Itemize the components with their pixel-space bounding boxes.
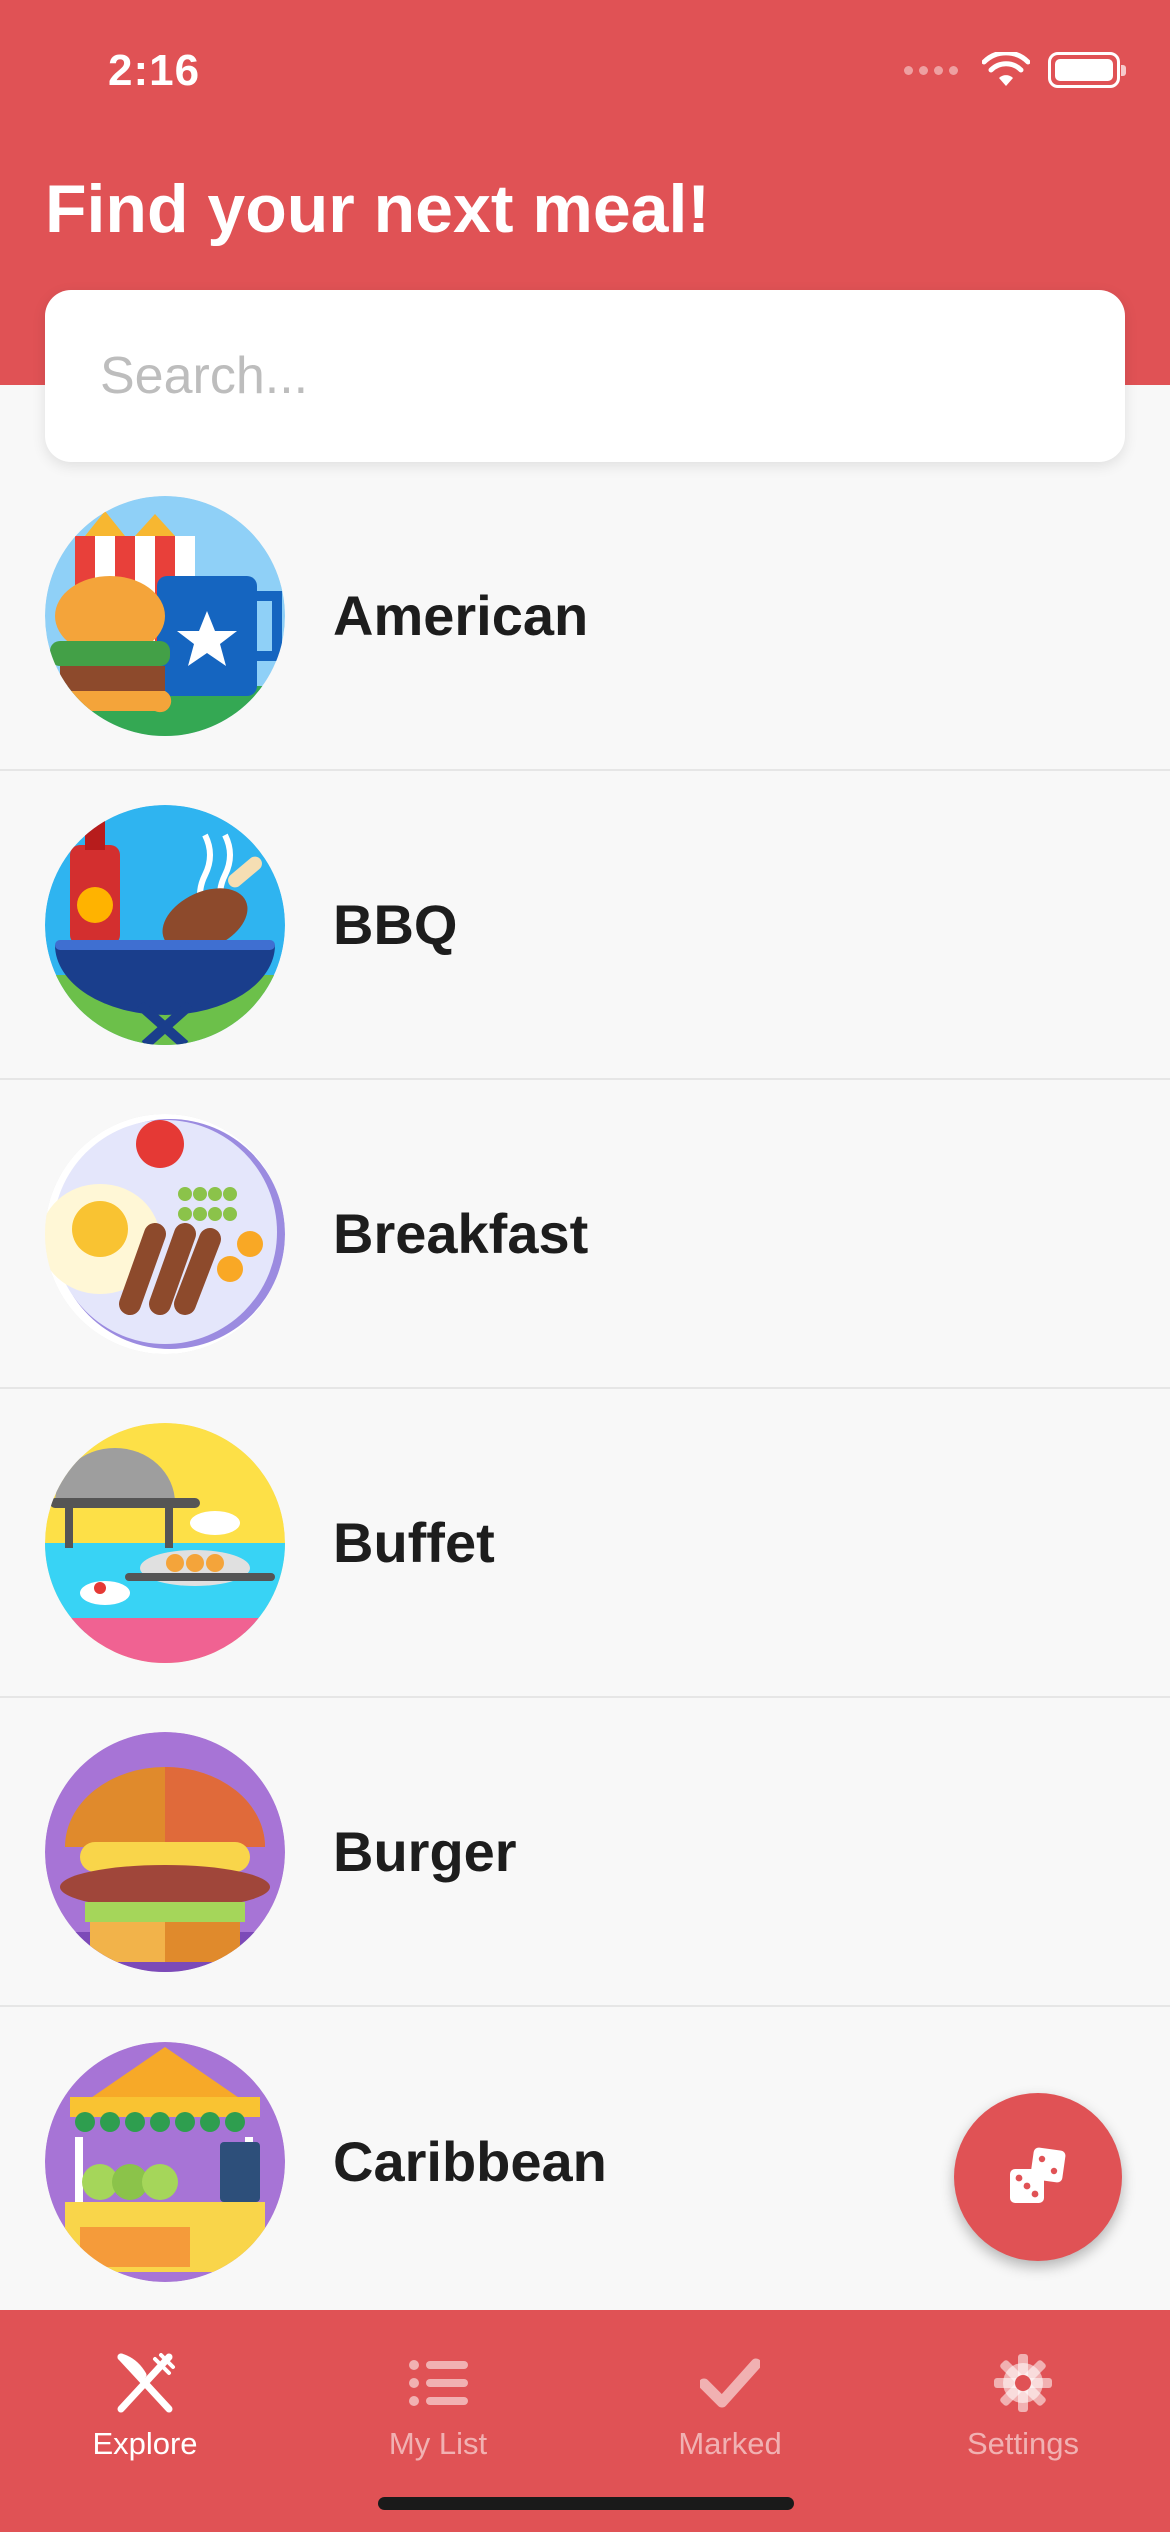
burger-icon <box>45 1731 285 1972</box>
dice-icon <box>1010 2147 1066 2203</box>
list-item-american[interactable]: American <box>0 462 1170 771</box>
tab-explore[interactable]: Explore <box>35 2348 255 2462</box>
list-item-label: Burger <box>333 1820 517 1883</box>
list-item-label: Buffet <box>333 1511 495 1574</box>
search-bar[interactable] <box>45 290 1125 462</box>
tab-label: Explore <box>92 2426 198 2461</box>
checkmark-icon <box>700 2358 760 2408</box>
tab-my-list[interactable]: My List <box>328 2348 548 2462</box>
list-item-label: Breakfast <box>333 1202 589 1265</box>
status-icons <box>904 52 1126 88</box>
list-item-burger[interactable]: Burger <box>0 1698 1170 2007</box>
list-item-breakfast[interactable]: Breakfast <box>0 1080 1170 1389</box>
caribbean-stall-icon <box>45 2041 285 2282</box>
cuisine-list: American BBQ Breakfast Buffet Burger Car… <box>0 462 1170 2316</box>
home-indicator <box>378 2497 794 2510</box>
tab-marked[interactable]: Marked <box>620 2348 840 2462</box>
random-pick-button[interactable] <box>954 2093 1122 2261</box>
list-item-buffet[interactable]: Buffet <box>0 1389 1170 1698</box>
bbq-grill-icon <box>45 804 285 1045</box>
tab-label: My List <box>388 2426 488 2461</box>
status-time: 2:16 <box>108 46 201 95</box>
tab-settings[interactable]: Settings <box>913 2348 1133 2462</box>
list-item-label: BBQ <box>333 893 458 956</box>
cellular-signal-icon <box>904 65 958 75</box>
list-icon <box>409 2360 468 2406</box>
american-food-icon <box>45 495 285 736</box>
tab-label: Marked <box>678 2426 782 2461</box>
list-item-label: American <box>333 584 589 647</box>
battery-icon <box>1048 52 1126 88</box>
page-title: Find your next meal! <box>45 171 710 247</box>
fork-knife-icon <box>117 2353 175 2413</box>
list-item-label: Caribbean <box>333 2130 607 2193</box>
buffet-icon <box>45 1422 285 1663</box>
wifi-icon <box>982 52 1030 86</box>
tab-label: Settings <box>966 2426 1079 2461</box>
gear-icon <box>994 2354 1052 2412</box>
breakfast-plate-icon <box>45 1113 285 1354</box>
search-input[interactable] <box>100 346 1125 406</box>
list-item-bbq[interactable]: BBQ <box>0 771 1170 1080</box>
